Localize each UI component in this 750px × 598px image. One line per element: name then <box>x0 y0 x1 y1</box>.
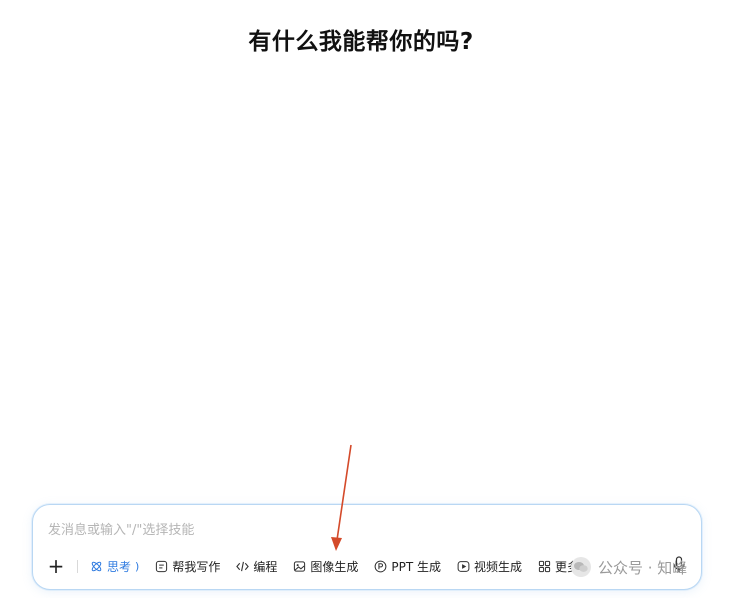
image-icon <box>294 560 306 572</box>
watermark: 公众号 · 知峰 <box>570 556 687 578</box>
think-toggle[interactable]: 思考 ) <box>90 558 139 575</box>
video-icon <box>457 560 470 572</box>
watermark-text: 公众号 · 知峰 <box>598 558 688 577</box>
tool-ppt-label: PPT 生成 <box>391 559 441 574</box>
chat-window: 有什么我能帮你的吗? 发消息或输入"/"选择技能 + 思考 ) 帮我写作 编程 … <box>0 0 750 598</box>
add-attachment-button[interactable]: + <box>45 556 67 576</box>
tool-code[interactable]: 编程 <box>236 558 277 575</box>
tool-video[interactable]: 视频生成 <box>457 558 522 575</box>
tool-video-label: 视频生成 <box>473 559 522 574</box>
toolbar-divider <box>77 559 78 573</box>
think-label: 思考 <box>107 559 132 574</box>
tool-writing[interactable]: 帮我写作 <box>155 558 220 575</box>
ppt-icon <box>374 560 387 572</box>
message-input[interactable]: 发消息或输入"/"选择技能 <box>48 521 668 541</box>
think-paren: ) <box>135 559 140 573</box>
page-title: 有什么我能帮你的吗? <box>248 29 474 55</box>
writing-icon <box>156 560 168 572</box>
atom-icon <box>91 561 102 571</box>
tool-image-generation[interactable]: 图像生成 <box>293 558 358 575</box>
tool-writing-label: 帮我写作 <box>172 559 221 574</box>
code-icon <box>236 561 250 571</box>
tool-code-label: 编程 <box>253 559 278 574</box>
wechat-logo-icon <box>571 557 591 577</box>
grid-icon <box>538 560 551 572</box>
tool-ppt[interactable]: PPT 生成 <box>374 558 441 575</box>
tool-image-label: 图像生成 <box>310 559 359 574</box>
